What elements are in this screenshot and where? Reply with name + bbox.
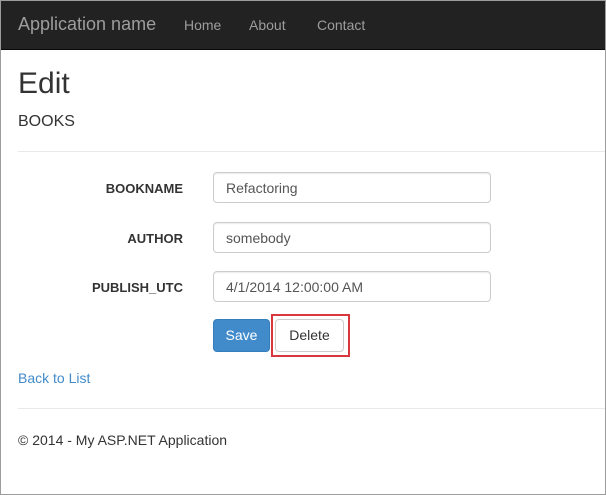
page-title: Edit bbox=[18, 67, 70, 100]
publish-utc-label: PUBLISH_UTC bbox=[91, 280, 183, 295]
back-to-list-link[interactable]: Back to List bbox=[18, 369, 90, 387]
author-input[interactable] bbox=[213, 222, 491, 253]
browser-window: Application name Home About Contact Edit… bbox=[0, 0, 606, 495]
author-label: AUTHOR bbox=[127, 231, 183, 246]
nav-link-about[interactable]: About bbox=[249, 16, 286, 34]
nav-link-contact[interactable]: Contact bbox=[317, 16, 365, 34]
top-divider bbox=[18, 151, 605, 152]
footer-copyright: © 2014 - My ASP.NET Application bbox=[18, 432, 228, 448]
navbar: Application name Home About Contact bbox=[1, 1, 605, 50]
footer-divider bbox=[18, 408, 605, 409]
nav-link-home[interactable]: Home bbox=[184, 16, 221, 34]
bookname-input[interactable] bbox=[213, 172, 491, 203]
page-subtitle: BOOKS bbox=[18, 113, 75, 130]
delete-button[interactable]: Delete bbox=[275, 319, 344, 352]
navbar-brand-link[interactable]: Application name bbox=[18, 14, 156, 34]
bookname-label: BOOKNAME bbox=[105, 181, 183, 196]
save-button[interactable]: Save bbox=[213, 319, 270, 352]
publish-utc-input[interactable] bbox=[213, 271, 491, 302]
